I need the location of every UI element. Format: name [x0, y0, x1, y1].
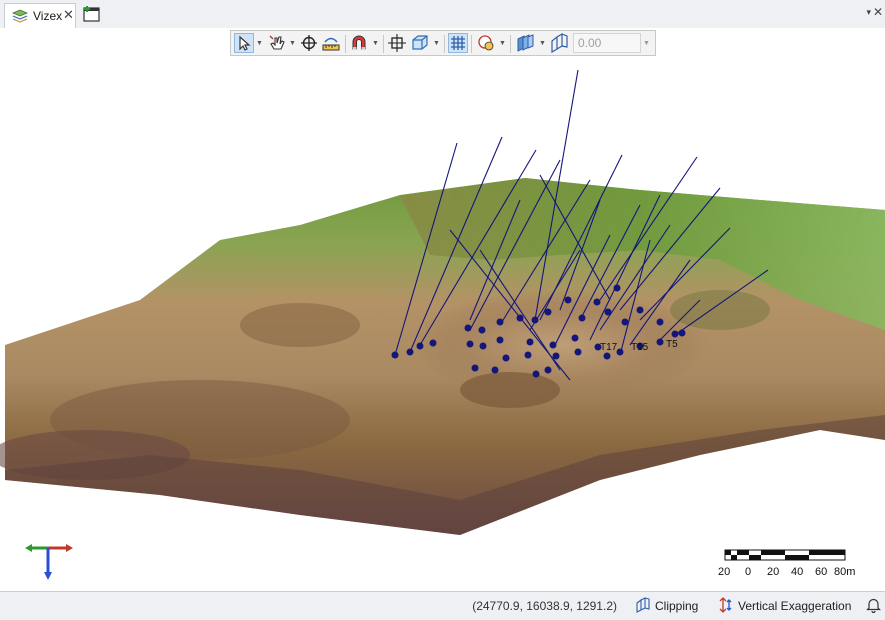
- tab-close-button[interactable]: ✕: [63, 7, 74, 23]
- cursor-coordinates: (24770.9, 16038.9, 1291.2): [472, 599, 617, 613]
- snap-dropdown[interactable]: ▼: [372, 40, 379, 47]
- zoom-extents-icon: [388, 34, 406, 52]
- layers-3d-icon: [517, 34, 534, 52]
- terrain-scene: T17 T15 T5: [0, 69, 885, 535]
- lighting-button[interactable]: [476, 33, 496, 53]
- scale-label: 40: [791, 566, 804, 578]
- label-t5: T5: [666, 339, 678, 350]
- clipping-toolbar-button[interactable]: [549, 32, 569, 54]
- scale-label: 20: [718, 566, 731, 578]
- toolbar-separator: [444, 35, 445, 53]
- pit: [410, 290, 710, 400]
- magnet-snap-icon: [352, 35, 366, 50]
- clipping-icon: [636, 597, 650, 613]
- grid-icon: [451, 36, 465, 50]
- vertical-exaggeration-icon: [719, 597, 732, 613]
- lighting-icon: [478, 35, 494, 51]
- snap-button[interactable]: [349, 33, 369, 53]
- clipping-label: Clipping: [655, 599, 699, 613]
- toolbar-separator: [383, 35, 384, 53]
- tab-label: Vizex: [33, 9, 63, 23]
- viewport-toolbar: ▼ ▼ ▼ ▼ ▼ ▼ 0.00 ▼: [230, 30, 656, 56]
- vertical-exaggeration-label: Vertical Exaggeration: [738, 599, 852, 613]
- tab-list-dropdown[interactable]: ▾: [866, 7, 871, 18]
- crosshair-icon: [301, 35, 317, 51]
- clipping-value-dropdown[interactable]: ▼: [643, 40, 650, 47]
- pan-tool-dropdown[interactable]: ▼: [289, 40, 296, 47]
- notifications-bell-icon[interactable]: [866, 597, 881, 613]
- axis-orientation-gizmo: [25, 544, 73, 580]
- clipping-value-input[interactable]: 0.00: [573, 33, 641, 53]
- layers-3d-button[interactable]: [515, 33, 535, 53]
- scale-bar-labels: 20 0 20 40 60 80m: [716, 566, 866, 580]
- box-view-icon: [412, 35, 428, 50]
- tab-vizex[interactable]: Vizex ✕: [4, 3, 76, 28]
- label-t15: T15: [631, 342, 649, 353]
- pan-tool-button[interactable]: [267, 33, 287, 53]
- layers-3d-dropdown[interactable]: ▼: [539, 40, 546, 47]
- clipping-icon: [551, 32, 568, 54]
- toolbar-separator: [471, 35, 472, 53]
- pan-hand-icon: [269, 35, 285, 50]
- box-view-button[interactable]: [410, 33, 430, 53]
- layers-icon: [12, 9, 28, 23]
- tab-bar: Vizex ✕ ▾ ✕: [0, 0, 885, 29]
- select-arrow-icon: [239, 35, 251, 51]
- crosshair-button[interactable]: [299, 33, 319, 53]
- scale-label: 20: [767, 566, 780, 578]
- new-window-icon[interactable]: [82, 5, 102, 23]
- scale-label: 0: [745, 566, 752, 578]
- status-bar: (24770.9, 16038.9, 1291.2) Clipping Vert…: [0, 591, 885, 620]
- scale-label: 60: [815, 566, 828, 578]
- measure-ruler-icon: [322, 37, 340, 51]
- toolbar-separator: [510, 35, 511, 53]
- close-view-button[interactable]: ✕: [873, 5, 883, 19]
- select-tool-button[interactable]: [234, 33, 254, 53]
- measure-button[interactable]: [321, 33, 341, 53]
- scale-label: 80m: [834, 566, 856, 578]
- vizex-3d-viewport[interactable]: T17 T15 T5: [0, 28, 885, 591]
- grid-toggle-button[interactable]: [448, 33, 468, 53]
- select-tool-dropdown[interactable]: ▼: [256, 40, 263, 47]
- zoom-extents-button[interactable]: [387, 33, 407, 53]
- box-view-dropdown[interactable]: ▼: [433, 40, 440, 47]
- toolbar-separator: [345, 35, 346, 53]
- label-t17: T17: [600, 342, 618, 353]
- lighting-dropdown[interactable]: ▼: [499, 40, 506, 47]
